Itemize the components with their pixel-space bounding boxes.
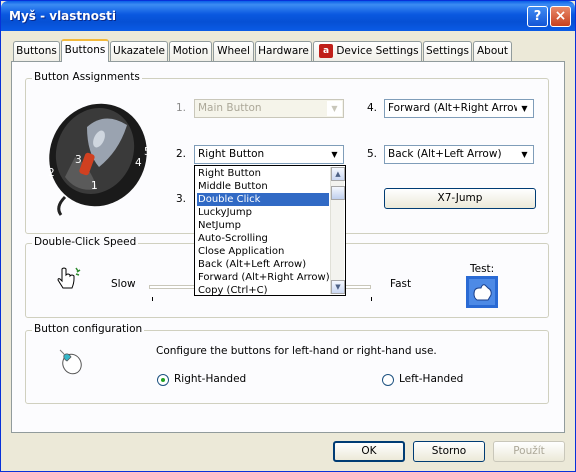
- assignment-4-select[interactable]: Forward (Alt+Right Arrow) ▼: [384, 99, 534, 118]
- chevron-down-icon[interactable]: ▼: [517, 147, 532, 162]
- chevron-down-icon[interactable]: ▼: [327, 147, 342, 162]
- mouse-label-4: 4: [135, 157, 142, 169]
- right-handed-radio[interactable]: [157, 374, 169, 386]
- window-title: Myš - vlastnosti: [9, 9, 116, 23]
- tab-motion[interactable]: Motion: [169, 41, 212, 61]
- assignment-dropdown-list[interactable]: Right Button Middle Button Double Click …: [194, 165, 346, 296]
- close-button[interactable]: ×: [550, 6, 571, 27]
- ok-button[interactable]: OK: [333, 441, 405, 462]
- dropdown-option[interactable]: Middle Button: [197, 180, 329, 193]
- tab-settings[interactable]: Settings: [423, 41, 472, 61]
- dropdown-option[interactable]: Copy (Ctrl+C): [197, 284, 329, 297]
- scroll-thumb[interactable]: [331, 186, 345, 200]
- assignment-5-select[interactable]: Back (Alt+Left Arrow) ▼: [384, 145, 534, 164]
- assignment-1-number: 1.: [176, 102, 187, 114]
- tab-ukazatele[interactable]: Ukazatele: [110, 41, 168, 61]
- radio-selected-dot: [161, 378, 165, 382]
- mouse-label-3: 3: [75, 154, 82, 166]
- apply-button: Použít: [493, 441, 565, 462]
- chevron-down-icon: ▼: [327, 101, 342, 116]
- left-handed-label[interactable]: Left-Handed: [399, 373, 463, 385]
- slider-tick: [371, 297, 372, 301]
- tab-device-settings-label: Device Settings: [336, 45, 419, 57]
- assignment-4-number: 4.: [367, 102, 378, 114]
- scroll-up-icon[interactable]: ▲: [331, 167, 345, 181]
- title-bar: Myš - vlastnosti ? ×: [1, 1, 575, 31]
- x7-jump-button[interactable]: X7-Jump: [384, 188, 536, 209]
- left-handed-radio[interactable]: [382, 374, 394, 386]
- help-button[interactable]: ?: [527, 6, 548, 27]
- fast-label: Fast: [390, 278, 412, 290]
- tab-buttons-1[interactable]: Buttons: [13, 41, 60, 61]
- device-settings-icon: a: [319, 44, 333, 58]
- mouse-image: [49, 103, 147, 216]
- dropdown-option[interactable]: Auto-Scrolling: [197, 232, 329, 245]
- cancel-button[interactable]: Storno: [413, 441, 485, 462]
- assignment-1-select: Main Button ▼: [194, 99, 344, 118]
- slow-label: Slow: [111, 278, 136, 290]
- test-area-icon[interactable]: [466, 276, 498, 308]
- mouse-icon: [59, 349, 82, 375]
- assignment-5-number: 5.: [367, 148, 378, 160]
- tab-device-settings[interactable]: a Device Settings: [313, 41, 422, 61]
- dropdown-option[interactable]: LuckyJump: [197, 206, 329, 219]
- mouse-label-2: 2: [48, 167, 55, 179]
- assignment-5-value: Back (Alt+Left Arrow): [388, 148, 502, 160]
- assignment-3-number: 3.: [176, 193, 187, 205]
- assignment-1-value: Main Button: [198, 102, 262, 114]
- hand-pointer-icon: [57, 267, 81, 289]
- button-configuration-group: Button configuration: [25, 323, 549, 404]
- assignment-2-select[interactable]: Right Button ▼: [194, 145, 344, 164]
- dropdown-option[interactable]: NetJump: [197, 219, 329, 232]
- tab-about[interactable]: About: [473, 41, 512, 61]
- button-configuration-title: Button configuration: [32, 323, 145, 335]
- tab-buttons-2[interactable]: Buttons: [61, 39, 109, 62]
- chevron-down-icon[interactable]: ▼: [517, 101, 532, 116]
- tab-hardware[interactable]: Hardware: [255, 41, 312, 61]
- dropdown-option[interactable]: Close Application: [197, 245, 329, 258]
- dropdown-option[interactable]: Right Button: [197, 167, 329, 180]
- assignment-2-value: Right Button: [198, 148, 265, 160]
- dropdown-scrollbar[interactable]: ▲ ▼: [330, 167, 345, 294]
- assignment-4-value: Forward (Alt+Right Arrow): [388, 102, 527, 114]
- dropdown-option[interactable]: Forward (Alt+Right Arrow): [197, 271, 330, 284]
- scroll-down-icon[interactable]: ▼: [331, 280, 345, 294]
- dropdown-option[interactable]: Back (Alt+Left Arrow): [197, 258, 329, 271]
- mouse-label-5: 5: [144, 146, 151, 158]
- right-handed-label[interactable]: Right-Handed: [174, 373, 246, 385]
- slider-tick: [152, 297, 153, 301]
- mouse-label-1: 1: [91, 180, 98, 192]
- button-assignments-title: Button Assignments: [32, 71, 142, 83]
- tab-wheel[interactable]: Wheel: [213, 41, 254, 61]
- double-click-speed-title: Double-Click Speed: [32, 236, 139, 248]
- button-config-description: Configure the buttons for left-hand or r…: [156, 345, 437, 357]
- dropdown-option-selected[interactable]: Double Click: [197, 193, 329, 206]
- test-label: Test:: [470, 263, 495, 275]
- assignment-2-number: 2.: [176, 148, 187, 160]
- properties-window: Myš - vlastnosti ? × Buttons Buttons Uka…: [0, 0, 576, 472]
